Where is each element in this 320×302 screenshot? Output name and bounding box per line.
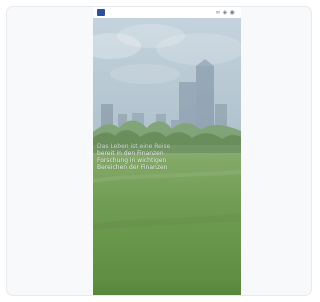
status-icons: ∞ ◈ ◉ bbox=[215, 9, 235, 16]
caption-line-3: Forschung in wichtigen bbox=[97, 157, 167, 164]
caption-line-2: bereit in den Finanzen bbox=[97, 150, 164, 157]
caption-line-4: Bereichen der Finanzen bbox=[97, 164, 168, 171]
app-icon bbox=[97, 9, 105, 16]
phone-preview: ∞ ◈ ◉ Das Leben ist eine Reise bereit in… bbox=[93, 7, 241, 295]
hero-caption: Das Leben ist eine Reise bereit in den F… bbox=[97, 143, 217, 171]
bottom-overlay bbox=[93, 279, 241, 295]
caption-line-1: Das Leben ist eine Reise bbox=[97, 143, 171, 150]
status-bar: ∞ ◈ ◉ bbox=[93, 7, 241, 18]
preview-card: ∞ ◈ ◉ Das Leben ist eine Reise bereit in… bbox=[6, 6, 312, 296]
